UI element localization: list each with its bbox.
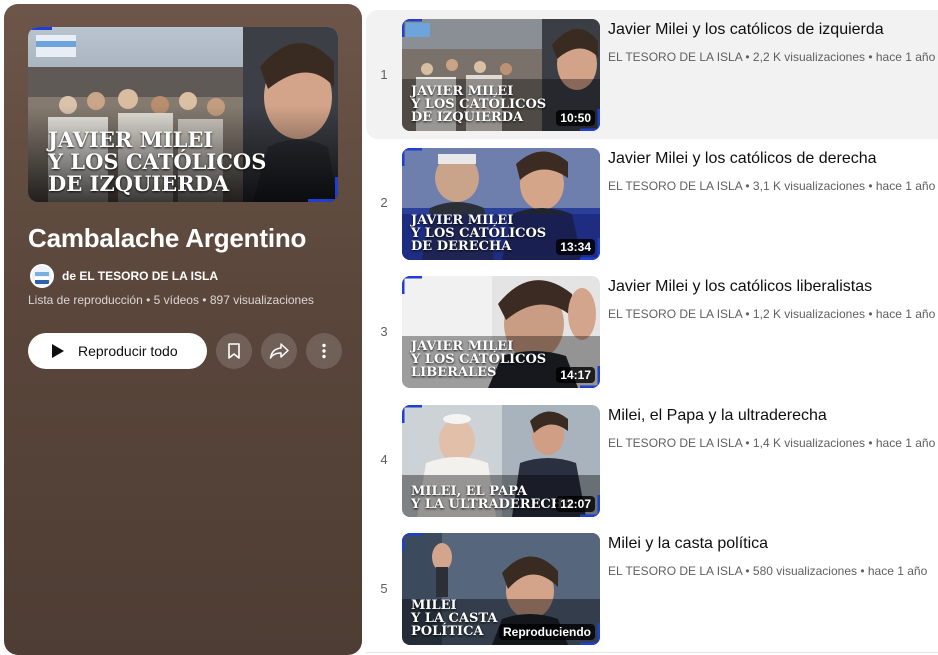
channel-name[interactable]: de EL TESORO DE LA ISLA [62,269,218,283]
playlist-actions: Reproducir todo [28,333,342,369]
video-title[interactable]: Javier Milei y los católicos de derecha [608,150,928,168]
video-thumbnail[interactable]: MILEI, EL PAPA Y LA ULTRADERECHA 12:07 [402,404,600,517]
video-thumbnail-caption: JAVIER MILEI Y LOS CATÓLICOS DE IZQUIERD… [411,84,547,125]
play-all-button[interactable]: Reproducir todo [28,333,207,369]
list-divider [366,652,938,653]
video-duration: 14:17 [556,367,595,383]
video-thumbnail[interactable]: JAVIER MILEI Y LOS CATÓLICOS DE IZQUIERD… [402,19,600,131]
playlist-video-row[interactable]: 3 JAVIER MILEI Y LOS CATÓLICOS LIBERALES… [366,267,938,396]
playlist-page: JAVIER MILEI Y LOS CATÓLICOS DE IZQUIERD… [0,0,938,655]
share-button[interactable] [261,333,297,369]
video-index: 2 [380,195,388,211]
video-title[interactable]: Javier Milei y los católicos liberalista… [608,278,928,296]
video-meta: EL TESORO DE LA ISLA • 2,2 K visualizaci… [608,50,936,64]
channel-avatar[interactable] [30,264,54,288]
more-options-button[interactable] [306,333,342,369]
video-meta: EL TESORO DE LA ISLA • 1,2 K visualizaci… [608,307,936,321]
play-icon [52,344,64,358]
video-thumbnail[interactable]: JAVIER MILEI Y LOS CATÓLICOS LIBERALES 1… [402,276,600,388]
video-title[interactable]: Milei y la casta política [608,535,928,553]
play-all-label: Reproducir todo [78,343,178,359]
playlist-video-row[interactable]: 1 JAVIER MILEI Y LOS CATÓLICOS DE IZQUIE… [366,10,938,139]
video-meta: EL TESORO DE LA ISLA • 580 visualizacion… [608,564,928,578]
video-thumbnail-caption: JAVIER MILEI Y LOS CATÓLICOS DE DERECHA [411,212,547,254]
video-meta: EL TESORO DE LA ISLA • 3,1 K visualizaci… [608,178,936,193]
video-duration: 13:34 [556,238,595,255]
video-meta: EL TESORO DE LA ISLA • 1,4 K visualizaci… [608,435,936,450]
playlist-video-row[interactable]: 2 JAVIER MILEI Y LOS CATÓLICOS DE DERECH… [366,139,938,268]
hero-thumbnail-caption: JAVIER MILEI Y LOS CATÓLICOS DE IZQUIERD… [48,127,267,196]
playlist-video-row[interactable]: 5 MILEI Y LA CASTA POLÍTICA Reproduciend… [366,524,938,653]
video-thumbnail-caption: MILEI, EL PAPA Y LA ULTRADERECHA [411,483,574,512]
bookmark-icon [228,343,240,359]
video-thumbnail[interactable]: JAVIER MILEI Y LOS CATÓLICOS DE DERECHA … [402,147,600,260]
video-duration: 10:50 [556,110,595,126]
video-index: 5 [380,580,388,596]
video-title[interactable]: Milei, el Papa y la ultraderecha [608,407,928,425]
share-icon [269,343,289,359]
video-thumbnail-caption: MILEI Y LA CASTA POLÍTICA [411,598,498,639]
video-duration: 12:07 [556,495,595,512]
playlist-video-row[interactable]: 4 MILEI, EL PAPA Y LA ULTRADERECHA 12:07… [366,396,938,525]
playlist-header-panel: JAVIER MILEI Y LOS CATÓLICOS DE IZQUIERD… [4,4,362,655]
now-playing-badge: Reproduciendo [498,624,595,640]
save-playlist-button[interactable] [216,333,252,369]
playlist-meta: Lista de reproducción • 5 vídeos • 897 v… [28,293,314,307]
video-index: 3 [380,323,388,339]
video-thumbnail[interactable]: MILEI Y LA CASTA POLÍTICA Reproduciendo [402,533,600,645]
video-thumbnail-caption: JAVIER MILEI Y LOS CATÓLICOS LIBERALES [411,339,547,380]
channel-link[interactable]: de EL TESORO DE LA ISLA [30,264,218,288]
video-title[interactable]: Javier Milei y los católicos de izquierd… [608,21,928,39]
playlist-hero-thumbnail[interactable]: JAVIER MILEI Y LOS CATÓLICOS DE IZQUIERD… [28,27,338,202]
video-index: 4 [380,452,388,468]
video-index: 1 [380,66,388,82]
playlist-video-list: 1 JAVIER MILEI Y LOS CATÓLICOS DE IZQUIE… [366,10,938,653]
more-vert-icon [322,343,326,359]
playlist-title: Cambalache Argentino [28,223,307,253]
